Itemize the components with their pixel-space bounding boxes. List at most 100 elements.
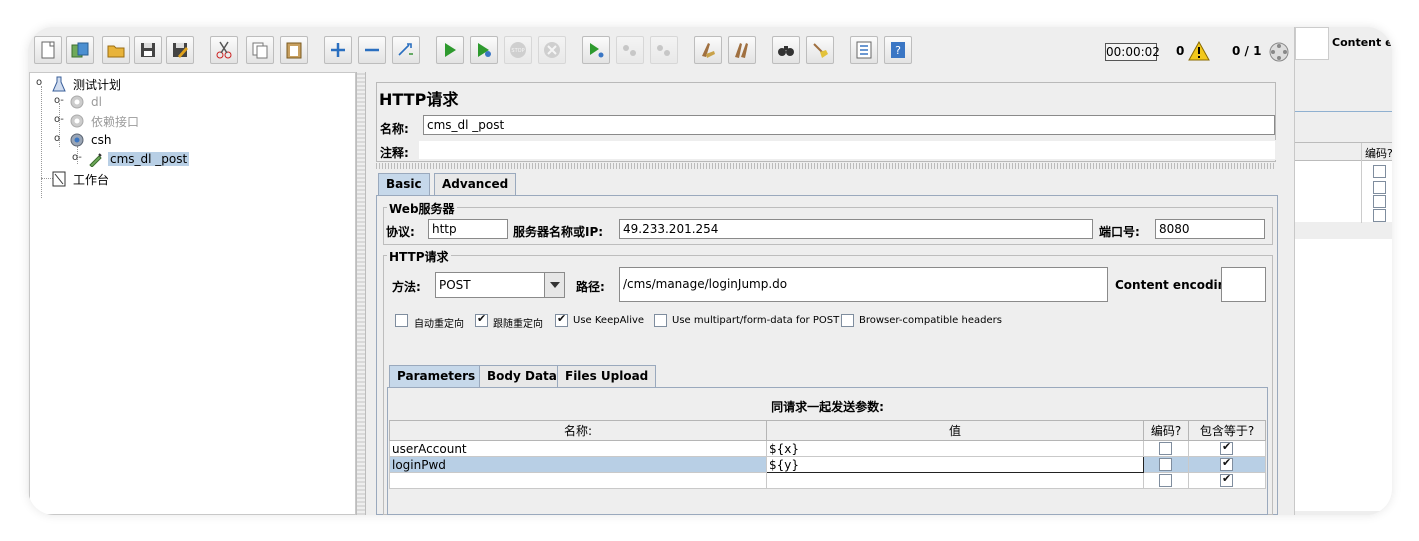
bg-table: 编码?	[1295, 142, 1392, 223]
keepalive-checkbox[interactable]	[555, 312, 568, 327]
table-row[interactable]: userAccount ${x}	[389, 440, 1266, 457]
clear-all-icon[interactable]	[728, 36, 756, 64]
column-header-encode[interactable]: 编码?	[1143, 420, 1189, 441]
multipart-label: Use multipart/form-data for POST	[672, 315, 840, 326]
table-row[interactable]: loginPwd ${y}	[389, 456, 1266, 473]
cut-icon[interactable]	[210, 36, 238, 64]
tree-item-dependency[interactable]: 依赖接口	[68, 112, 141, 130]
tree-item-csh[interactable]: csh	[68, 131, 113, 149]
split-pane-divider[interactable]	[356, 72, 366, 515]
shutdown-icon[interactable]	[538, 36, 566, 64]
status-spinner-icon	[1269, 42, 1289, 62]
column-header-value[interactable]: 值	[766, 420, 1144, 441]
remote-shutdown-icon[interactable]	[650, 36, 678, 64]
bg-field	[1295, 27, 1329, 60]
save-icon[interactable]	[134, 36, 162, 64]
pipette-icon	[87, 150, 105, 168]
open-icon[interactable]	[102, 36, 130, 64]
stop-icon[interactable]: STOP	[504, 36, 532, 64]
save-as-icon[interactable]	[166, 36, 194, 64]
tree-toggle[interactable]: o	[36, 77, 42, 88]
new-icon[interactable]	[34, 36, 62, 64]
chevron-down-icon[interactable]	[544, 273, 564, 297]
param-name-cell[interactable]: userAccount	[389, 440, 767, 457]
function-helper-icon[interactable]	[850, 36, 878, 64]
tab-body-data[interactable]: Body Data	[479, 365, 565, 387]
encode-checkbox[interactable]	[1159, 474, 1172, 487]
error-count: 0	[1176, 44, 1185, 58]
expand-icon[interactable]	[324, 36, 352, 64]
tree-toggle[interactable]: o-	[72, 152, 82, 163]
gear-icon	[68, 131, 86, 149]
tab-basic[interactable]: Basic	[378, 173, 430, 195]
svg-text:?: ?	[895, 44, 901, 57]
param-value-cell[interactable]: ${x}	[766, 440, 1144, 457]
follow-redirect-checkbox[interactable]	[475, 312, 488, 327]
bg-encoding-label: Content en	[1332, 36, 1392, 49]
tab-parameters[interactable]: Parameters	[389, 365, 484, 387]
path-field[interactable]: /cms/manage/loginJump.do	[619, 267, 1108, 302]
http-request-title: HTTP请求	[387, 248, 451, 265]
collapse-icon[interactable]	[358, 36, 386, 64]
paste-icon[interactable]	[280, 36, 308, 64]
panel-divider[interactable]	[376, 163, 1276, 169]
encoding-field[interactable]	[1221, 267, 1266, 302]
bg-checkbox	[1373, 209, 1386, 222]
gear-icon	[68, 112, 86, 130]
port-field[interactable]: 8080	[1155, 219, 1265, 239]
name-field[interactable]: cms_dl _post	[423, 115, 1275, 135]
encode-checkbox[interactable]	[1159, 442, 1172, 455]
start-no-pause-icon[interactable]	[470, 36, 498, 64]
parameters-panel: 同请求一起发送参数: 名称: 值 编码? 包含等于? userAccount $…	[387, 387, 1268, 515]
column-header-include-equals[interactable]: 包含等于?	[1188, 420, 1266, 441]
warning-icon[interactable]	[1188, 41, 1210, 61]
tab-advanced[interactable]: Advanced	[434, 173, 517, 195]
server-field[interactable]: 49.233.201.254	[619, 219, 1093, 239]
templates-icon[interactable]	[66, 36, 94, 64]
multipart-checkbox[interactable]	[654, 314, 667, 327]
server-label: 服务器名称或IP:	[513, 225, 604, 239]
search-icon[interactable]	[772, 36, 800, 64]
clear-icon[interactable]	[694, 36, 722, 64]
copy-icon[interactable]	[246, 36, 274, 64]
comment-field[interactable]	[418, 140, 1276, 160]
table-row[interactable]	[389, 472, 1266, 489]
bg-checkbox	[1373, 181, 1386, 194]
column-header-name[interactable]: 名称:	[389, 420, 767, 441]
toggle-icon[interactable]	[392, 36, 420, 64]
start-icon[interactable]	[436, 36, 464, 64]
remote-stop-icon[interactable]	[616, 36, 644, 64]
browser-headers-checkbox[interactable]	[841, 314, 854, 327]
remote-start-icon[interactable]	[582, 36, 610, 64]
svg-text:STOP: STOP	[511, 48, 524, 54]
tree-item-test-plan[interactable]: 测试计划	[50, 75, 123, 93]
include-equals-checkbox[interactable]	[1220, 456, 1233, 471]
gear-icon	[68, 93, 86, 111]
port-label: 端口号:	[1099, 225, 1140, 239]
param-value-cell[interactable]: ${y}	[766, 456, 1144, 473]
tree-item-dl[interactable]: dl	[68, 93, 104, 111]
auto-redirect-checkbox[interactable]	[395, 314, 408, 327]
protocol-field[interactable]: http	[428, 219, 508, 239]
tree-item-workbench[interactable]: 工作台	[50, 170, 111, 188]
tab-files-upload[interactable]: Files Upload	[557, 365, 657, 387]
tree-item-cms-post[interactable]: cms_dl _post	[87, 150, 190, 168]
help-icon[interactable]: ?	[884, 36, 912, 64]
path-label: 路径:	[576, 280, 605, 294]
jmeter-window: STOP ? 00:00:02 0 0 / 1 o 测试计划 o- dl o- …	[28, 27, 1392, 515]
method-label: 方法:	[392, 280, 421, 294]
param-name-cell[interactable]: loginPwd	[389, 456, 767, 473]
include-equals-checkbox[interactable]	[1220, 440, 1233, 455]
toolbar: STOP ? 00:00:02 0 0 / 1	[28, 27, 1294, 73]
parameters-table: 名称: 值 编码? 包含等于? userAccount ${x} loginPw	[389, 420, 1266, 489]
active-threads: 0 / 1	[1232, 44, 1262, 58]
tree-toggle[interactable]: o	[54, 133, 60, 144]
tree-toggle[interactable]: o-	[54, 95, 64, 106]
encode-checkbox[interactable]	[1159, 458, 1172, 471]
include-equals-checkbox[interactable]	[1220, 472, 1233, 487]
param-value-cell[interactable]	[766, 472, 1144, 489]
param-name-cell[interactable]	[389, 472, 767, 489]
bg-checkbox	[1373, 165, 1386, 178]
reset-search-icon[interactable]	[806, 36, 834, 64]
tree-toggle[interactable]: o-	[54, 114, 64, 125]
